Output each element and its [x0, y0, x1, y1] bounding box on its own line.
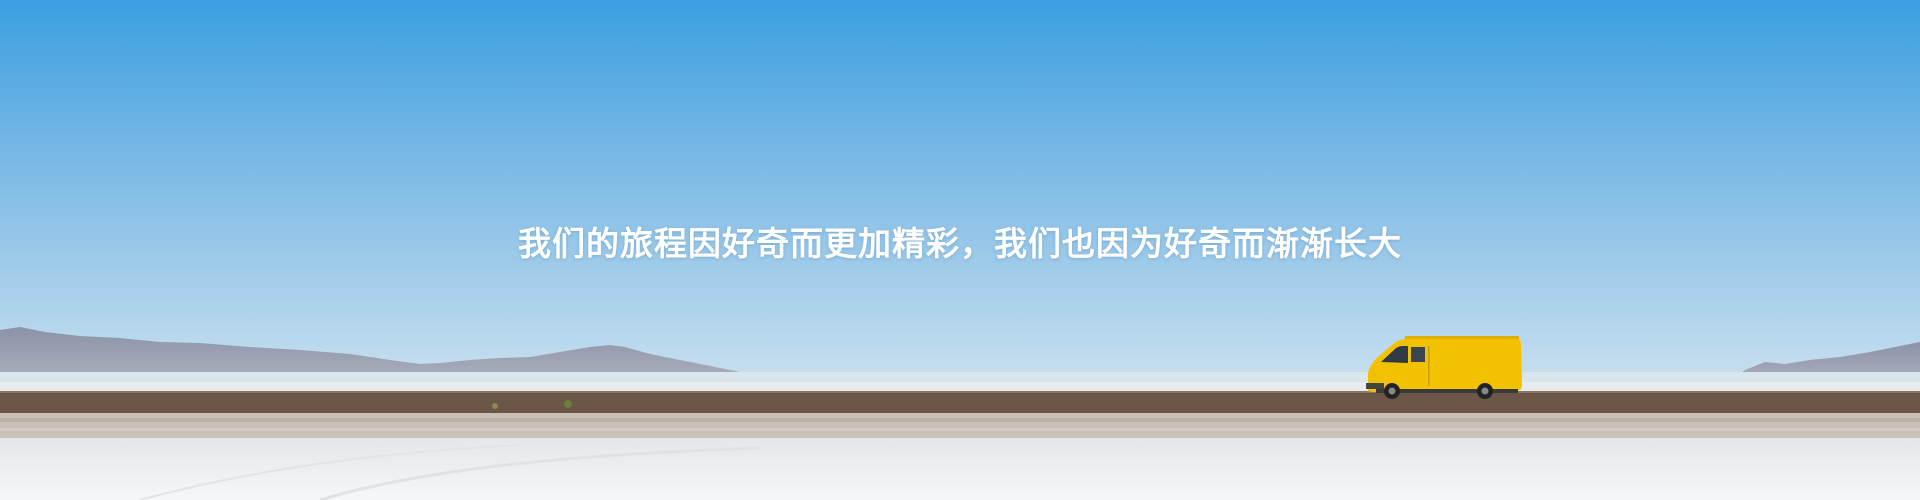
gravel-texture: [0, 418, 1920, 422]
hero-banner: 我们的旅程因好奇而更加精彩，我们也因为好奇而渐渐长大: [0, 0, 1920, 500]
road: [0, 391, 1920, 413]
shrub: [492, 403, 498, 409]
shrub: [564, 400, 572, 408]
sky: [0, 0, 1920, 385]
salt-flat-far: [0, 382, 1920, 392]
road-edge-top: [0, 391, 1920, 393]
gravel-shoulder: [0, 413, 1920, 439]
gravel-texture-2: [0, 428, 1920, 431]
hero-headline: 我们的旅程因好奇而更加精彩，我们也因为好奇而渐渐长大: [518, 224, 1402, 263]
